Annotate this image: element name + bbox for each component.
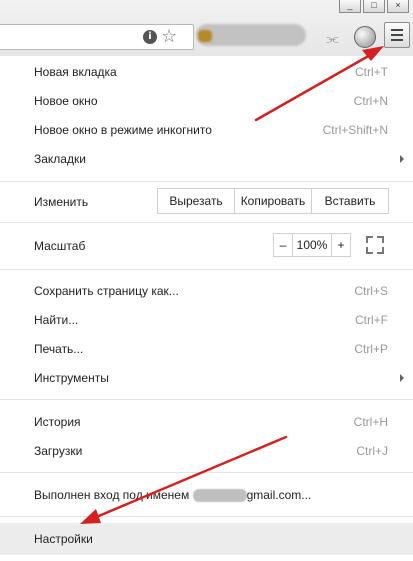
menu-separator [0,222,413,223]
menu-item-label: Инструменты [34,371,109,385]
submenu-arrow-icon [400,155,404,163]
minimize-button[interactable]: _ [339,0,361,13]
chrome-main-menu: Новая вкладка Ctrl+T Новое окно Ctrl+N Н… [0,56,413,561]
menu-item-history[interactable]: История Ctrl+H [0,408,413,436]
menu-item-label: Новая вкладка [34,65,117,79]
close-button[interactable]: × [387,0,409,13]
browser-toolbar: _ □ × i ☆ ⫘ [0,0,413,57]
zoom-out-button[interactable]: – [273,233,293,257]
menu-item-label: Изменить [34,195,89,209]
zoom-level: 100% [292,233,332,257]
menu-item-settings[interactable]: Настройки [0,523,413,555]
menu-item-label: Найти... [34,313,79,327]
menu-item-shortcut: Ctrl+T [355,65,388,79]
menu-item-label: Новое окно в режиме инкогнито [34,123,212,137]
menu-item-label: Закладки [34,152,86,166]
edit-button-group: Вырезать Копировать Вставить [157,188,389,214]
extension-icon[interactable] [354,26,376,48]
star-icon[interactable]: ☆ [161,26,177,47]
menu-item-downloads[interactable]: Загрузки Ctrl+J [0,437,413,465]
menu-item-label: История [34,415,81,429]
menu-item-bookmarks[interactable]: Закладки [0,145,413,173]
address-bar[interactable]: i ☆ [0,24,194,50]
info-icon[interactable]: i [143,30,157,44]
menu-item-label: Новое окно [34,94,98,108]
menu-item-print[interactable]: Печать... Ctrl+P [0,335,413,363]
menu-separator [0,181,413,182]
window-controls: _ □ × [337,0,409,14]
menu-row-edit: Изменить Вырезать Копировать Вставить [0,184,413,218]
menu-icon[interactable] [384,22,410,48]
menu-item-incognito[interactable]: Новое окно в режиме инкогнито Ctrl+Shift… [0,116,413,144]
menu-item-label: Масштаб [34,239,86,253]
menu-separator [0,516,413,517]
menu-item-label: Сохранить страницу как... [34,284,179,298]
maximize-button[interactable]: □ [363,0,385,13]
paste-button[interactable]: Вставить [311,188,389,214]
menu-item-shortcut: Ctrl+H [353,415,388,429]
menu-separator [0,269,413,270]
menu-item-save-page[interactable]: Сохранить страницу как... Ctrl+S [0,277,413,305]
signed-in-prefix: Выполнен вход под именем [34,488,190,502]
copy-button[interactable]: Копировать [234,188,312,214]
cut-button[interactable]: Вырезать [157,188,235,214]
menu-item-shortcut: Ctrl+S [354,284,388,298]
fullscreen-icon[interactable] [364,234,386,256]
signed-in-suffix: gmail.com... [246,488,312,502]
menu-item-label: Настройки [34,532,93,546]
menu-item-find[interactable]: Найти... Ctrl+F [0,306,413,334]
submenu-arrow-icon [400,374,404,382]
extension-icons-blurred[interactable] [196,24,306,46]
menu-item-shortcut: Ctrl+N [353,94,388,108]
menu-item-new-tab[interactable]: Новая вкладка Ctrl+T [0,58,413,86]
rss-icon[interactable]: ⫘ [326,30,339,47]
menu-row-zoom: Масштаб – 100% + [0,229,413,263]
menu-item-shortcut: Ctrl+Shift+N [322,123,388,137]
menu-item-shortcut: Ctrl+F [355,313,388,327]
zoom-in-button[interactable]: + [331,233,351,257]
signed-in-text: Выполнен вход под именем gmail.com... [34,488,311,503]
menu-item-new-window[interactable]: Новое окно Ctrl+N [0,87,413,115]
menu-separator [0,399,413,400]
menu-item-shortcut: Ctrl+P [354,342,388,356]
menu-item-tools[interactable]: Инструменты [0,364,413,392]
menu-item-signed-in[interactable]: Выполнен вход под именем gmail.com... [0,481,413,509]
menu-separator [0,472,413,473]
blurred-email [192,488,247,502]
menu-item-shortcut: Ctrl+J [356,444,388,458]
menu-item-label: Печать... [34,342,84,356]
zoom-controls: – 100% + [273,233,351,257]
menu-item-label: Загрузки [34,444,83,458]
